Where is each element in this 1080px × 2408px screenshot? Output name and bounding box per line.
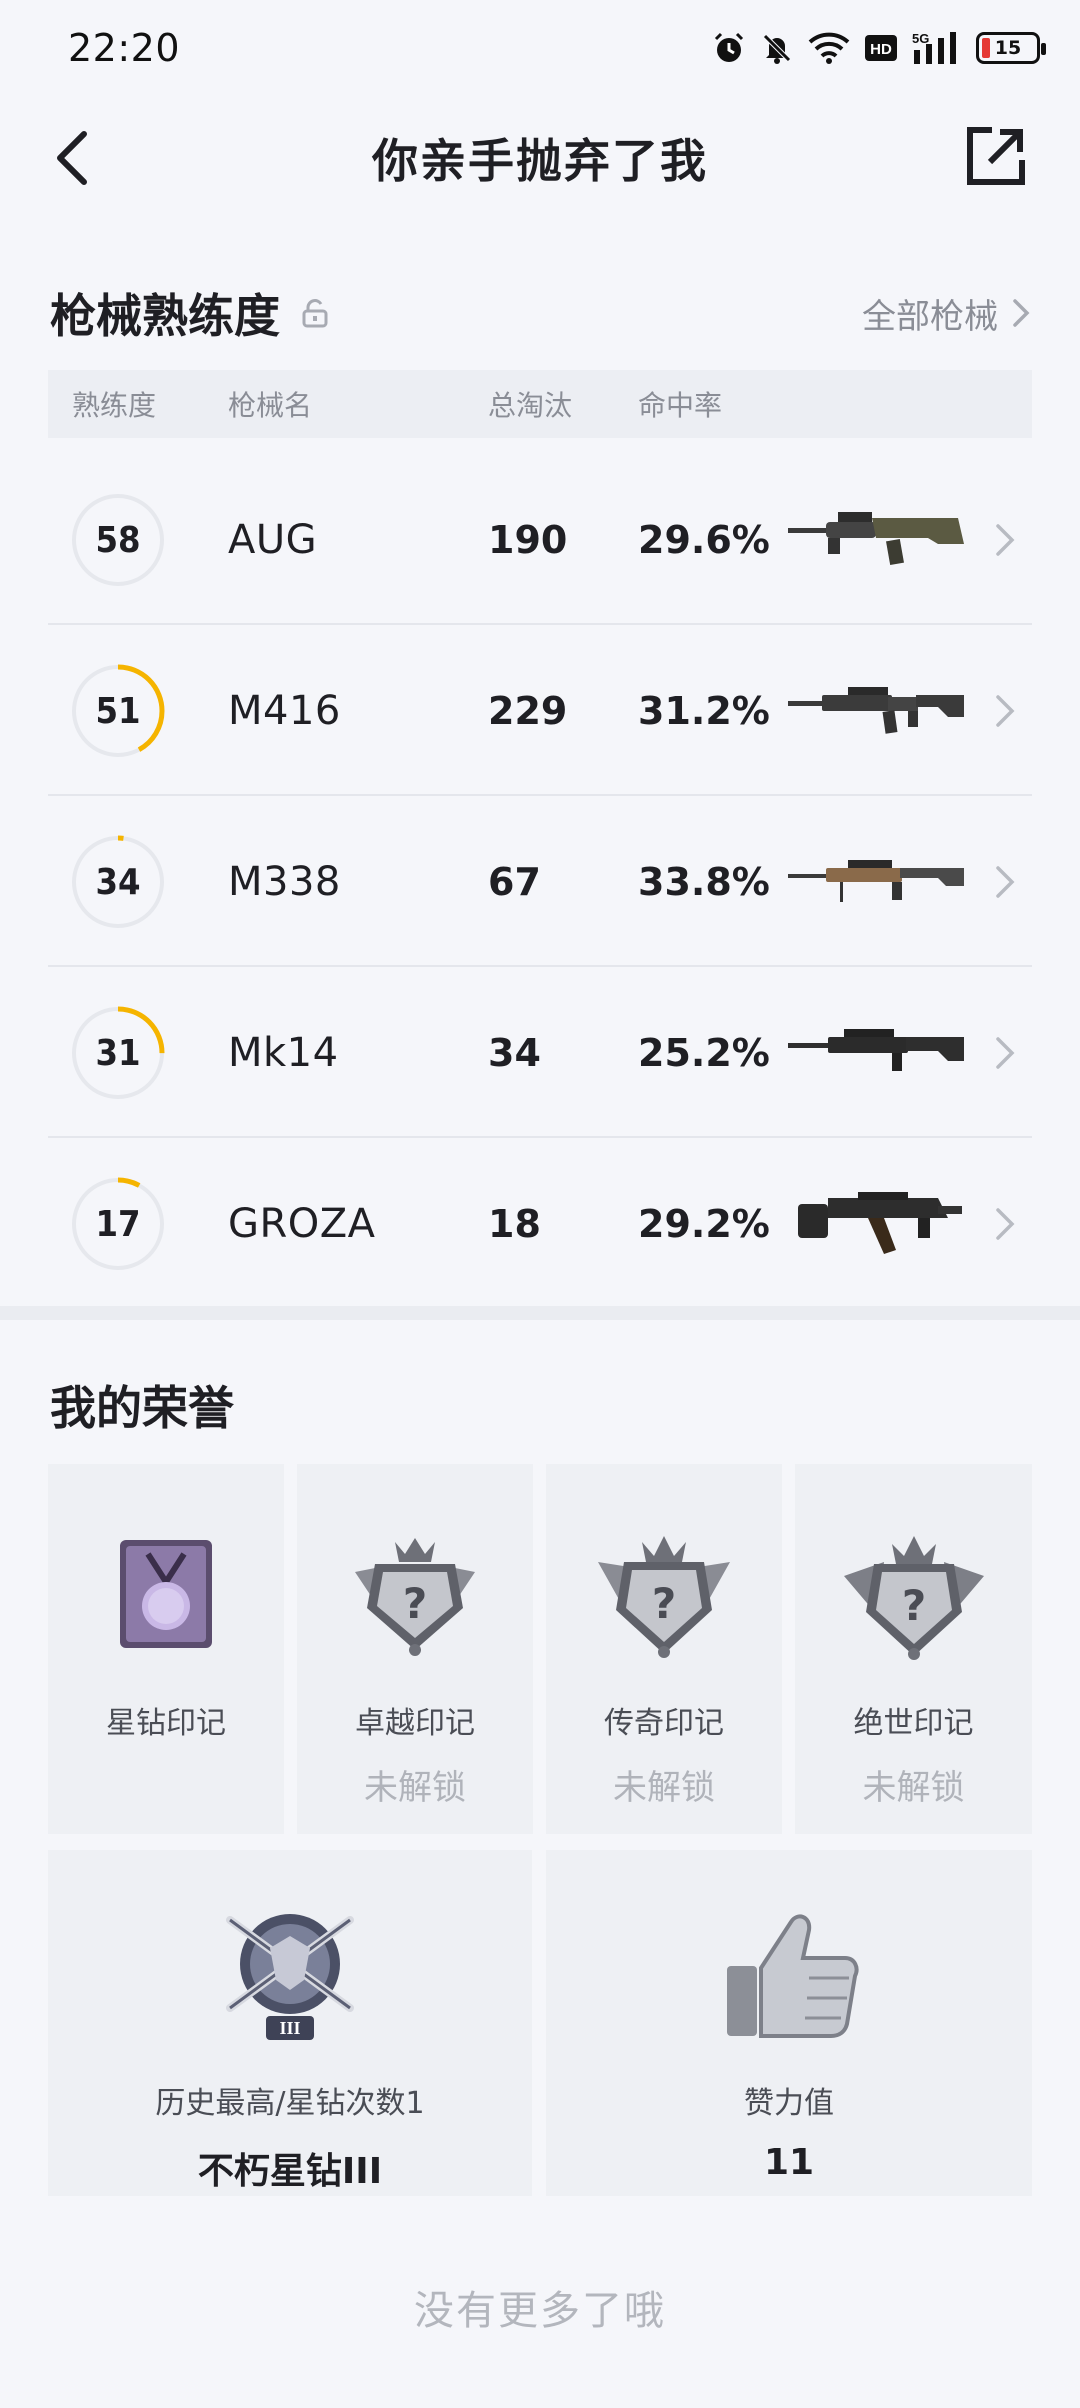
- column-kills: 总淘汰: [488, 389, 573, 422]
- hd-icon: HD: [865, 35, 897, 61]
- honors-section-header: 我的荣誉: [50, 1370, 1030, 1440]
- likes-label: 赞力值: [744, 2086, 834, 2121]
- groza-rifle-image: [798, 1192, 962, 1254]
- chevron-right-icon: [996, 524, 1015, 556]
- weapon-kills: 18: [488, 1201, 541, 1246]
- svg-text:?: ?: [403, 1579, 427, 1628]
- honor-status: 未解锁: [613, 1768, 715, 1808]
- honor-label: 绝世印记: [853, 1706, 974, 1741]
- wifi-icon: [808, 32, 850, 64]
- highest-rank-value: 不朽星钻III: [197, 2151, 383, 2192]
- title-bar: 你亲手抛弃了我: [0, 110, 1080, 206]
- weapon-table-header: 熟练度 枪械名 总淘汰 命中率: [48, 370, 1032, 438]
- all-weapons-link[interactable]: 全部枪械: [862, 289, 1030, 338]
- honor-card-excellence[interactable]: ? 卓越印记 未解锁: [297, 1464, 533, 1834]
- weapon-kills: 229: [488, 688, 568, 733]
- highest-rank-label: 历史最高/星钻次数1: [155, 2086, 425, 2121]
- locked-badge-icon: ?: [843, 1536, 984, 1660]
- weapon-row-m416[interactable]: 51 M416 229 31.2%: [48, 625, 1032, 796]
- m338-rifle-image: [788, 860, 964, 902]
- section-divider: [0, 1306, 1080, 1320]
- battery-icon: 15: [976, 32, 1046, 64]
- weapon-accuracy: 33.8%: [638, 859, 770, 904]
- mk14-rifle-image: [788, 1029, 964, 1071]
- locked-badge-icon: ?: [355, 1538, 475, 1656]
- honor-label: 传奇印记: [604, 1706, 724, 1741]
- honor-label: 卓越印记: [355, 1706, 475, 1741]
- status-time: 22:20: [68, 26, 181, 70]
- weapon-name: AUG: [228, 516, 318, 563]
- column-accuracy: 命中率: [638, 389, 723, 422]
- honor-status: 未解锁: [364, 1768, 466, 1808]
- signal-5g-icon: 5G: [912, 31, 956, 64]
- unlock-icon[interactable]: [302, 298, 328, 328]
- honor-card-peerless[interactable]: ? 绝世印记 未解锁: [795, 1464, 1032, 1834]
- chevron-right-icon: [996, 1208, 1015, 1240]
- column-weapon-name: 枪械名: [228, 389, 313, 422]
- page-title: 你亲手抛弃了我: [372, 134, 708, 188]
- proficiency-value: 58: [95, 519, 141, 561]
- chevron-right-icon: [1013, 299, 1030, 327]
- locked-badge-icon: ?: [598, 1536, 730, 1658]
- weapon-accuracy: 25.2%: [638, 1030, 770, 1075]
- honor-card-star-diamond[interactable]: 星钻印记: [48, 1464, 284, 1834]
- weapon-row-mk14[interactable]: 31 Mk14 34 25.2%: [48, 967, 1032, 1138]
- chevron-right-icon: [996, 1037, 1015, 1069]
- thumbs-up-icon: [727, 1914, 859, 2038]
- svg-text:5G: 5G: [912, 31, 929, 46]
- honor-card-legend[interactable]: ? 传奇印记 未解锁: [546, 1464, 782, 1834]
- mute-bell-icon: [763, 34, 791, 64]
- svg-text:?: ?: [901, 1581, 925, 1630]
- weapon-accuracy: 31.2%: [638, 688, 770, 733]
- svg-text:III: III: [279, 2018, 300, 2038]
- weapon-name: GROZA: [228, 1200, 376, 1247]
- weapon-kills: 34: [488, 1030, 541, 1075]
- weapon-accuracy: 29.6%: [638, 517, 770, 562]
- chevron-right-icon: [996, 695, 1015, 727]
- share-icon[interactable]: [964, 124, 1028, 188]
- battery-level: 15: [994, 37, 1022, 59]
- weapon-kills: 67: [488, 859, 541, 904]
- weapon-kills: 190: [488, 517, 568, 562]
- status-bar: 22:20 HD 5G 15: [0, 0, 1080, 96]
- weapon-row-aug[interactable]: 58 AUG 190 29.6%: [48, 454, 1032, 625]
- rank-crest-icon: III: [226, 1914, 354, 2040]
- weapon-section-header: 枪械熟练度 全部枪械: [50, 278, 1030, 348]
- column-proficiency: 熟练度: [72, 389, 157, 422]
- proficiency-value: 34: [95, 861, 141, 903]
- status-icons: HD 5G 15: [712, 30, 1046, 66]
- likes-value: 11: [763, 2142, 815, 2183]
- weapon-name: Mk14: [228, 1029, 339, 1076]
- honors-section-title: 我的荣誉: [50, 1381, 234, 1435]
- all-weapons-label: 全部枪械: [862, 296, 998, 337]
- proficiency-value: 17: [95, 1203, 141, 1245]
- highest-rank-card[interactable]: III 历史最高/星钻次数1 不朽星钻III: [48, 1850, 532, 2196]
- svg-text:HD: HD: [870, 41, 892, 58]
- weapon-name: M416: [228, 687, 341, 734]
- weapon-accuracy: 29.2%: [638, 1201, 770, 1246]
- weapon-section-title: 枪械熟练度: [50, 280, 328, 346]
- proficiency-value: 31: [95, 1032, 141, 1074]
- proficiency-value: 51: [95, 690, 141, 732]
- no-more-text: 没有更多了哦: [414, 2288, 666, 2334]
- medal-icon: [120, 1540, 212, 1648]
- back-arrow-icon[interactable]: [46, 128, 106, 188]
- likes-card[interactable]: 赞力值 11: [546, 1850, 1032, 2196]
- honor-status: 未解锁: [862, 1768, 965, 1808]
- weapon-row-groza[interactable]: 17 GROZA 18 29.2%: [48, 1138, 1032, 1309]
- weapon-section-title-text: 枪械熟练度: [50, 289, 280, 343]
- m416-rifle-image: [788, 687, 964, 734]
- aug-rifle-image: [788, 512, 964, 566]
- chevron-right-icon: [996, 866, 1015, 898]
- svg-text:?: ?: [652, 1579, 676, 1628]
- weapon-name: M338: [228, 858, 341, 905]
- alarm-icon: [714, 32, 744, 62]
- honor-label: 星钻印记: [106, 1706, 226, 1741]
- weapon-row-m338[interactable]: 34 M338 67 33.8%: [48, 796, 1032, 967]
